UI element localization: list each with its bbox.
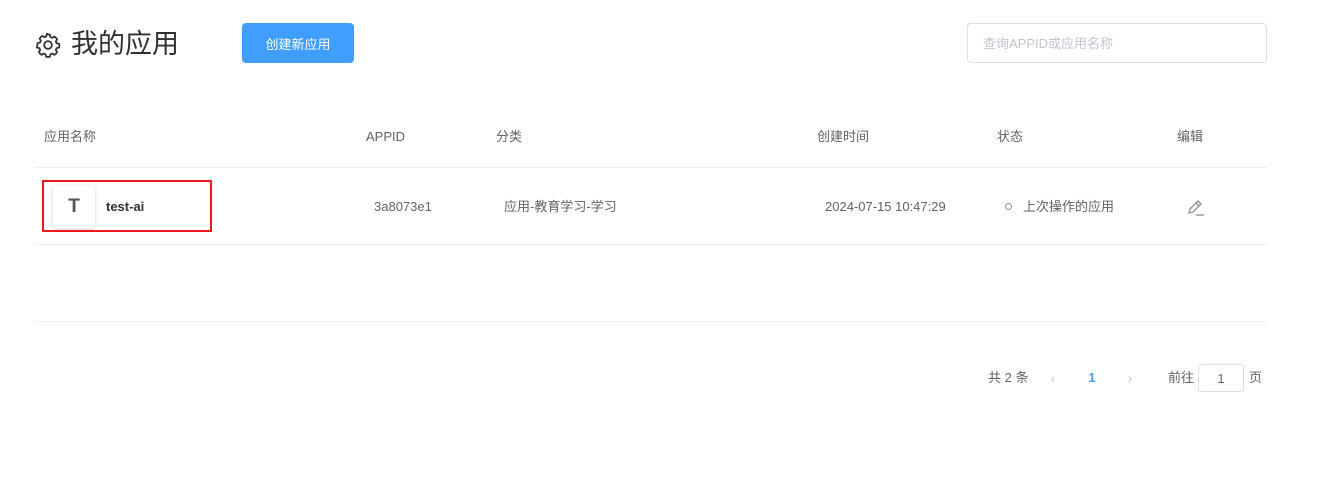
highlight-box <box>42 180 212 232</box>
table-bottom-divider <box>34 321 1267 322</box>
app-status: 上次操作的应用 <box>1023 199 1115 214</box>
status-dot-icon <box>1005 203 1012 210</box>
column-header-status: 状态 <box>997 129 1024 144</box>
header-divider <box>34 167 1267 168</box>
column-header-appid: APPID <box>366 129 406 144</box>
edit-icon[interactable] <box>1184 196 1206 218</box>
column-header-edit: 编辑 <box>1177 129 1204 144</box>
pagination-page-1[interactable]: 1 <box>1083 368 1101 388</box>
pagination-goto-input[interactable] <box>1198 364 1244 392</box>
column-header-category: 分类 <box>496 129 523 144</box>
search-input[interactable] <box>967 23 1267 63</box>
gear-icon <box>35 32 61 59</box>
column-header-created-at: 创建时间 <box>817 129 870 144</box>
chevron-right-icon[interactable]: › <box>1122 368 1138 388</box>
pagination-goto-label: 前往 <box>1168 370 1195 385</box>
row-divider <box>34 244 1267 245</box>
app-appid: 3a8073e1 <box>374 199 432 214</box>
column-header-app-name: 应用名称 <box>44 129 97 144</box>
app-category: 应用-教育学习-学习 <box>504 199 617 214</box>
pagination-total: 共 2 条 <box>988 370 1029 385</box>
app-created-at: 2024-07-15 10:47:29 <box>825 199 946 214</box>
page-title: 我的应用 <box>71 29 179 59</box>
chevron-left-icon[interactable]: ‹ <box>1045 368 1061 388</box>
pagination-page-suffix: 页 <box>1249 370 1263 385</box>
create-app-button[interactable]: 创建新应用 <box>242 23 354 63</box>
